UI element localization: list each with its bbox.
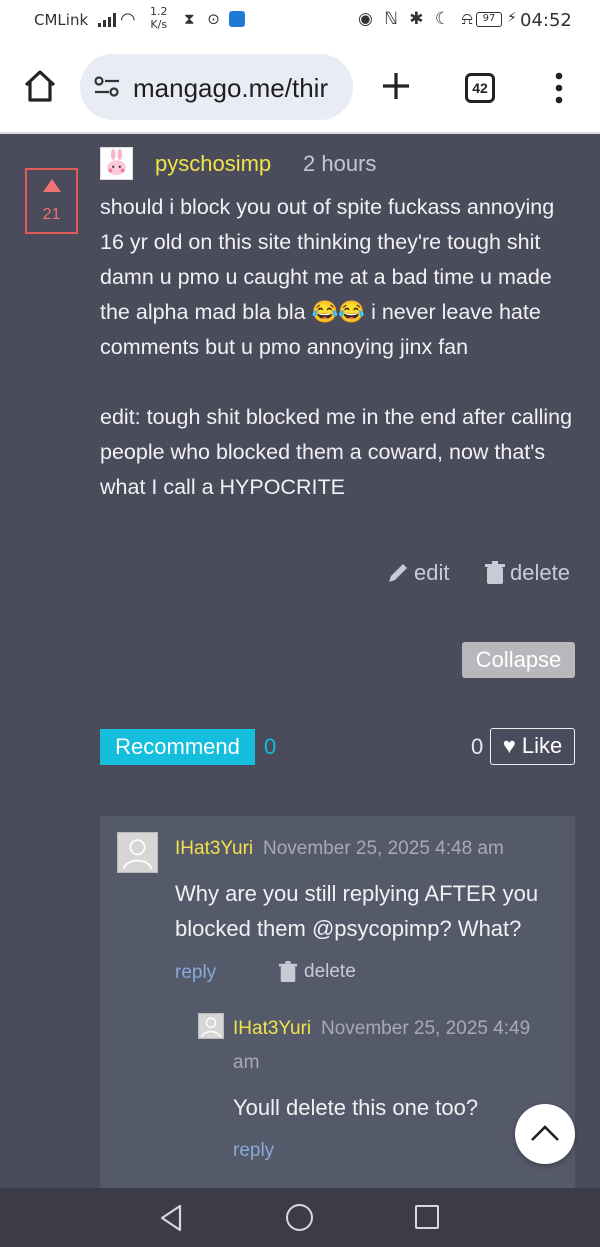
upvote-button[interactable]: 21 xyxy=(25,168,78,234)
network-speed: 1.2 K/s xyxy=(150,5,168,31)
replies-panel: IHat3Yuri November 25, 2025 4:48 am Why … xyxy=(100,816,575,1188)
home-icon[interactable] xyxy=(22,68,58,104)
edit-label: edit xyxy=(414,560,450,585)
address-bar[interactable]: mangago.me/thir xyxy=(80,54,353,120)
delete-label: delete xyxy=(510,560,570,585)
like-count: 0 xyxy=(471,734,484,759)
upvote-arrow-icon xyxy=(43,179,61,192)
site-settings-icon[interactable] xyxy=(94,76,120,98)
reply-body: Why are you still replying AFTER you blo… xyxy=(175,881,539,941)
edit-button[interactable]: edit xyxy=(386,560,449,586)
more-menu-icon[interactable] xyxy=(552,72,566,104)
recommend-button[interactable]: Recommend xyxy=(100,729,255,765)
trash-icon xyxy=(278,961,298,982)
trash-icon xyxy=(485,561,505,584)
pencil-icon xyxy=(389,564,407,582)
tab-switcher-button[interactable]: 42 xyxy=(465,73,495,103)
nested-reply-username[interactable]: IHat3Yuri xyxy=(233,1018,311,1040)
charging-icon: ⚡ xyxy=(507,10,517,26)
user-avatar[interactable] xyxy=(100,147,133,180)
notification-icons: ⧗ ⊙ xyxy=(184,10,224,28)
like-button[interactable]: ♥ Like xyxy=(490,728,575,765)
app-notification-icon xyxy=(229,11,245,27)
status-bar: CMLink ◠ 1.2 K/s ⧗ ⊙ ◉ ℕ ✱ ☾ ⍾ 97 ⚡ 04:52 xyxy=(0,0,600,40)
wifi-icon: ◠ xyxy=(120,9,136,30)
collapse-button[interactable]: Collapse xyxy=(462,642,575,678)
reply-username[interactable]: IHat3Yuri xyxy=(175,838,253,860)
home-circle-icon[interactable] xyxy=(286,1204,313,1231)
nested-reply-body: Youll delete this one too? xyxy=(233,1095,479,1120)
nested-reply-avatar[interactable] xyxy=(198,1013,224,1039)
nested-reply-date: November 25, 2025 4:49 xyxy=(321,1018,531,1039)
nested-reply-button[interactable]: reply xyxy=(233,1140,274,1162)
browser-toolbar: mangago.me/thir 42 xyxy=(0,40,600,134)
reply-delete-label: delete xyxy=(304,961,356,982)
system-icons: ◉ ℕ ✱ ☾ ⍾ xyxy=(358,9,476,29)
url-text: mangago.me/thir xyxy=(133,73,329,103)
scroll-to-top-button[interactable] xyxy=(515,1104,575,1164)
battery-icon: 97 xyxy=(476,12,502,27)
vote-count: 21 xyxy=(42,206,61,223)
comment-body: should i block you out of spite fuckass … xyxy=(100,195,573,499)
reply-avatar[interactable] xyxy=(117,832,158,873)
reply-delete-button[interactable]: delete xyxy=(278,961,356,983)
signal-icon xyxy=(98,12,116,27)
comment-username[interactable]: pyschosimp xyxy=(155,151,271,177)
carrier-name: CMLink xyxy=(34,11,89,29)
clock: 04:52 xyxy=(520,10,572,31)
reply-button[interactable]: reply xyxy=(175,962,216,984)
system-nav-bar xyxy=(0,1188,600,1247)
recommend-count: 0 xyxy=(264,734,277,759)
nested-reply-date-cont: am xyxy=(233,1052,260,1073)
comment-time: 2 hours xyxy=(303,151,377,176)
recents-icon[interactable] xyxy=(415,1205,439,1229)
reply-date: November 25, 2025 4:48 am xyxy=(263,838,504,859)
new-tab-icon[interactable] xyxy=(380,70,412,102)
like-label: Like xyxy=(521,733,563,758)
delete-button[interactable]: delete xyxy=(484,560,570,586)
back-icon[interactable] xyxy=(158,1203,184,1233)
